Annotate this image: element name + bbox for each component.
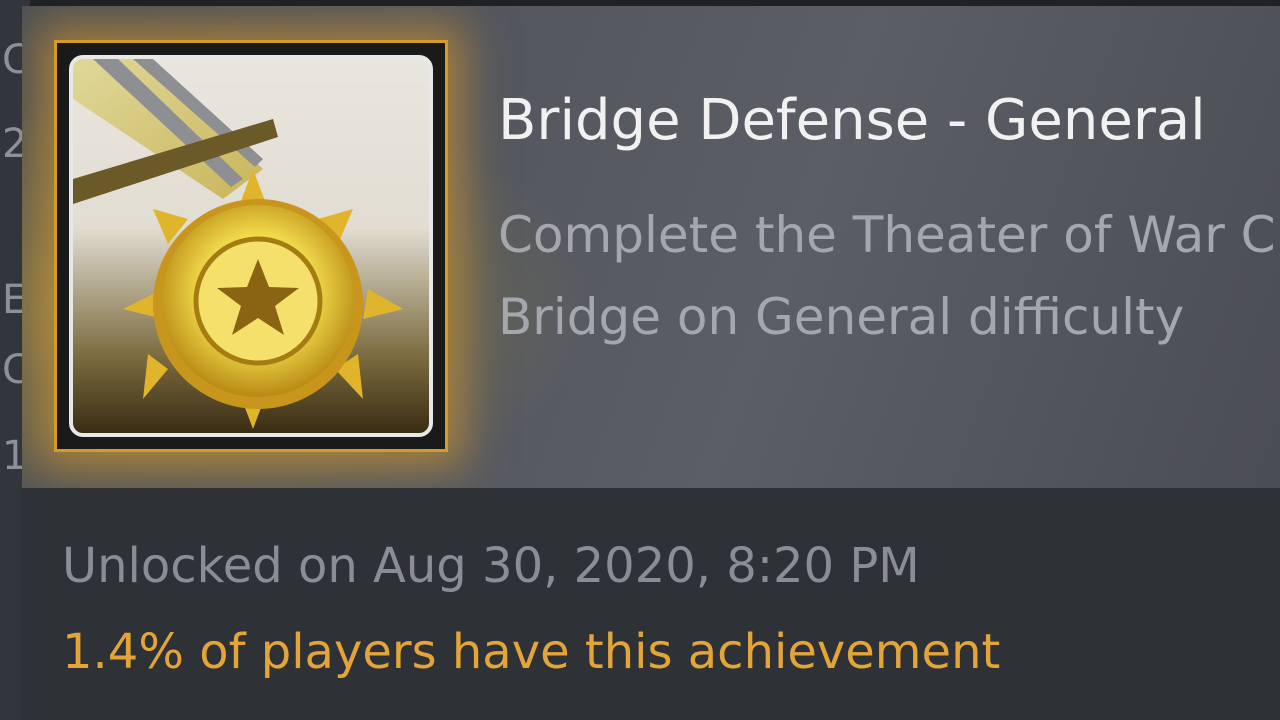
tooltip-footer [22, 488, 1280, 720]
achievement-icon-frame [54, 40, 448, 452]
achievement-description: Complete the Theater of War C Bridge on … [498, 194, 1280, 358]
gold-star-medal-icon [69, 55, 433, 437]
unlock-date-text: Unlocked on Aug 30, 2020, 8:20 PM [62, 538, 920, 594]
tooltip-header: Bridge Defense - General Complete the Th… [22, 6, 1280, 488]
achievement-description-line: Bridge on General difficulty [498, 288, 1185, 346]
rarity-text: 1.4% of players have this achievement [62, 624, 1001, 680]
achievement-tooltip: Bridge Defense - General Complete the Th… [22, 6, 1280, 720]
achievement-title: Bridge Defense - General [498, 88, 1206, 153]
achievement-screen: C 2 E C 1 Bridge Defense - General Compl… [0, 0, 1280, 720]
achievement-description-line: Complete the Theater of War C [498, 206, 1276, 264]
